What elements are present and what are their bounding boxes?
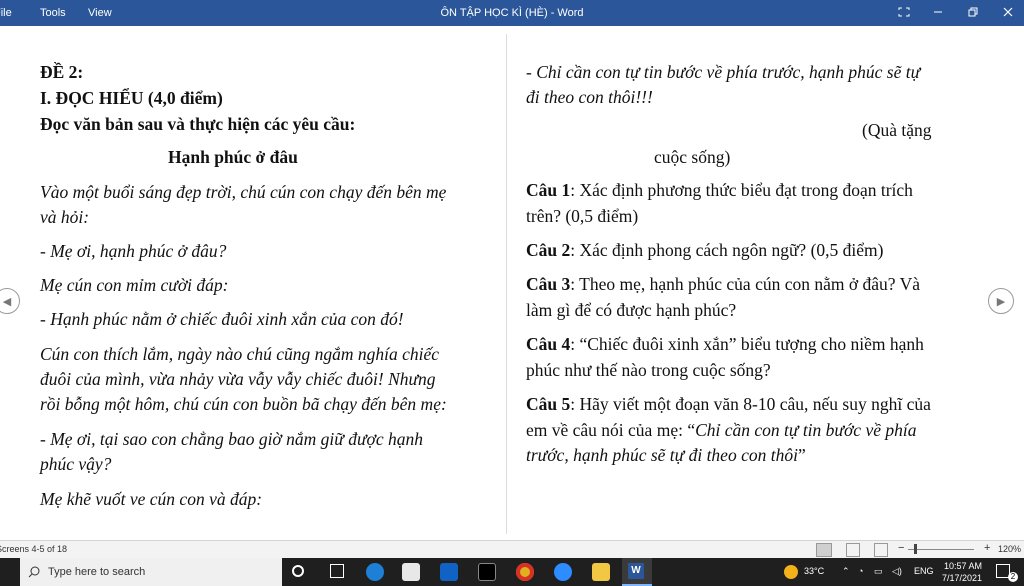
story-line: phúc vậy? (40, 454, 112, 474)
zoom-app-icon[interactable] (554, 563, 572, 581)
question-text: ” (797, 445, 806, 465)
print-layout-icon[interactable] (846, 543, 860, 557)
search-placeholder: Type here to search (48, 566, 146, 578)
cortana-icon[interactable] (292, 565, 304, 577)
instruction-text: Đọc văn bản sau và thực hiện các yêu cầu… (40, 114, 356, 134)
minimize-button[interactable] (928, 4, 948, 22)
story-line: rồi bỗng một hôm, chú cún con buồn bã ch… (40, 394, 447, 414)
story-line: và hỏi: (40, 207, 90, 227)
network-icon[interactable]: ◔ (858, 566, 863, 576)
story-title: Hạnh phúc ở đâu (168, 147, 298, 167)
word-taskbar-button[interactable]: W (622, 558, 652, 586)
question-label: Câu 2 (526, 240, 571, 260)
weather-temp[interactable]: 33°C (804, 566, 824, 576)
source-line: (Quà tặng (862, 120, 932, 140)
volume-icon[interactable]: ◁) (892, 566, 902, 577)
section-heading: I. ĐỌC HIỂU (4,0 điểm) (40, 88, 223, 108)
question-line: trên? (0,5 điểm) (526, 206, 639, 226)
question-label: Câu 4 (526, 334, 571, 354)
question-4: Câu 4: “Chiếc đuôi xinh xắn” biểu tượng … (526, 334, 924, 355)
chrome-icon[interactable] (516, 563, 534, 581)
screen-counter: Screens 4-5 of 18 (0, 544, 68, 554)
story-line: - Mẹ ơi, hạnh phúc ở đâu? (40, 241, 227, 261)
previous-screen-button[interactable]: ◀ (0, 288, 20, 314)
search-icon (28, 566, 40, 578)
terminal-icon[interactable] (478, 563, 496, 581)
quoted-text: Chỉ cần con tự tin bước về phía (695, 420, 917, 440)
source-line: cuộc sống) (654, 147, 731, 167)
story-line: - Hạnh phúc nằm ở chiếc đuôi xinh xắn củ… (40, 309, 404, 329)
question-text: : Theo mẹ, hạnh phúc của cún con nằm ở đ… (570, 274, 920, 294)
question-1: Câu 1: Xác định phương thức biểu đạt tro… (526, 180, 913, 201)
notification-badge: 2 (1008, 572, 1018, 582)
chevron-right-icon: ▶ (996, 295, 1006, 308)
question-2: Câu 2: Xác định phong cách ngôn ngữ? (0,… (526, 240, 883, 261)
restore-button[interactable] (963, 4, 983, 22)
story-line: Mẹ khẽ vuốt ve cún con và đáp: (40, 489, 263, 509)
fullscreen-icon[interactable] (894, 4, 914, 22)
battery-icon[interactable]: ▭ (874, 566, 883, 577)
question-text: : “Chiếc đuôi xinh xắn” biểu tượng cho n… (570, 334, 924, 354)
question-line: làm gì để có được hạnh phúc? (526, 300, 737, 320)
edge-icon[interactable] (366, 563, 384, 581)
question-5: Câu 5: Hãy viết một đoạn văn 8-10 câu, n… (526, 394, 931, 415)
question-3: Câu 3: Theo mẹ, hạnh phúc của cún con nằ… (526, 274, 920, 295)
word-icon: W (628, 563, 644, 579)
quote-line: - Chỉ cần con tự tin bước về phía trước,… (526, 62, 921, 82)
search-box[interactable]: Type here to search (20, 558, 282, 586)
page-divider (506, 34, 507, 534)
exam-heading: ĐỀ 2: (40, 62, 84, 82)
question-line: phúc như thế nào trong cuộc sống? (526, 360, 771, 380)
language-indicator[interactable]: ENG (914, 566, 934, 576)
question-text: : Xác định phương thức biểu đạt trong đo… (570, 180, 913, 200)
question-line: em về câu nói của mẹ: “Chỉ cần con tự ti… (526, 420, 916, 441)
question-text: : Hãy viết một đoạn văn 8-10 câu, nếu su… (570, 394, 931, 414)
file-explorer-icon[interactable] (592, 563, 610, 581)
story-line: Mẹ cún con mỉm cười đáp: (40, 275, 229, 295)
quote-line: đi theo con thôi!!! (526, 87, 653, 107)
question-label: Câu 5 (526, 394, 571, 414)
status-bar: Screens 4-5 of 18 − + 120% (0, 540, 1024, 559)
window-title: ÔN TẬP HỌC KÌ (HÈ) - Word (440, 7, 584, 19)
clock-date[interactable]: 7/17/2021 (942, 573, 982, 583)
question-label: Câu 3 (526, 274, 571, 294)
zoom-in-icon[interactable]: + (984, 542, 990, 554)
start-button[interactable] (0, 558, 20, 586)
read-mode-icon[interactable] (816, 543, 832, 557)
close-button[interactable] (998, 4, 1018, 22)
question-line: trước, hạnh phúc sẽ tự đi theo con thôi” (526, 445, 806, 466)
question-text: em về câu nói của mẹ: “ (526, 420, 696, 440)
question-text: : Xác định phong cách ngôn ngữ? (0,5 điể… (570, 240, 884, 260)
question-label: Câu 1 (526, 180, 571, 200)
zoom-level[interactable]: 120% (998, 544, 1021, 554)
document-area[interactable]: ◀ ▶ ĐỀ 2: I. ĐỌC HIỂU (4,0 điểm) Đọc văn… (0, 26, 1024, 540)
chevron-up-icon[interactable]: ⌃ (842, 566, 850, 577)
zoom-slider-thumb[interactable] (914, 544, 917, 554)
task-view-icon[interactable] (330, 564, 344, 578)
zoom-slider[interactable] (908, 549, 974, 550)
title-bar: File Tools View ÔN TẬP HỌC KÌ (HÈ) - Wor… (0, 0, 1024, 26)
story-line: Vào một buổi sáng đẹp trời, chú cún con … (40, 182, 447, 202)
store-icon[interactable] (402, 563, 420, 581)
mail-icon[interactable] (440, 563, 458, 581)
web-layout-icon[interactable] (874, 543, 888, 557)
zoom-out-icon[interactable]: − (898, 542, 904, 554)
quoted-text: trước, hạnh phúc sẽ tự đi theo con thôi (526, 445, 798, 465)
story-line: Cún con thích lắm, ngày nào chú cũng ngắ… (40, 344, 440, 364)
story-line: - Mẹ ơi, tại sao con chẳng bao giờ nắm g… (40, 429, 423, 449)
chevron-left-icon: ◀ (2, 295, 12, 308)
weather-icon[interactable] (784, 565, 798, 579)
taskbar: Type here to search W 33°C ⌃ ◔ ▭ ◁) ENG … (0, 558, 1024, 586)
clock-time[interactable]: 10:57 AM (944, 561, 982, 571)
story-line: đuôi của mình, vừa nhảy vừa vẫy vẫy chiế… (40, 369, 436, 389)
next-screen-button[interactable]: ▶ (988, 288, 1014, 314)
